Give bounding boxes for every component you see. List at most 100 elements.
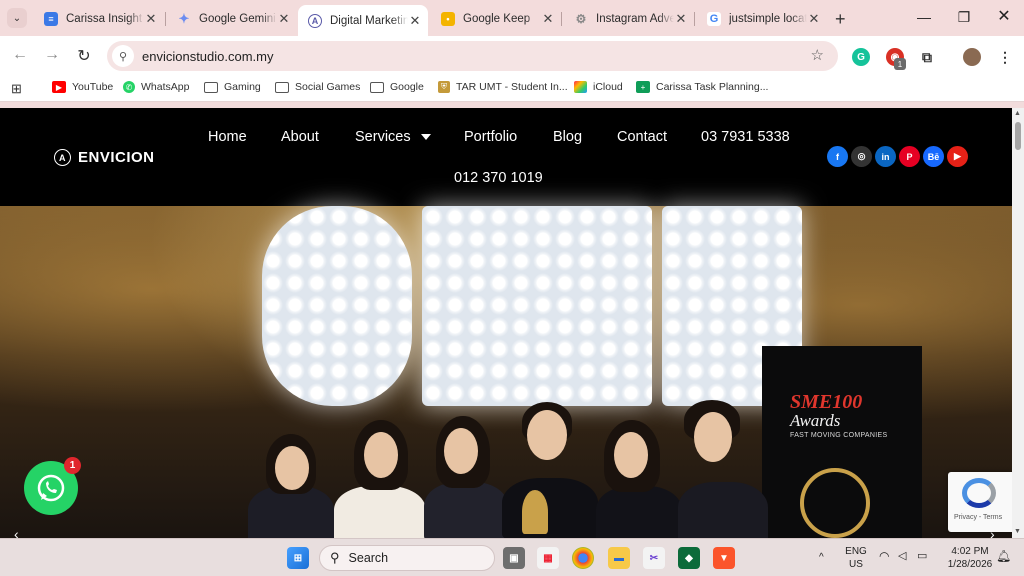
bookmark-icloud[interactable]: iCloud: [574, 81, 623, 93]
close-icon[interactable]: ✕: [807, 11, 821, 27]
recaptcha-terms[interactable]: Privacy - Terms: [954, 514, 1002, 521]
instagram-icon[interactable]: ◎: [851, 146, 872, 167]
volume-icon[interactable]: ◁: [898, 550, 906, 563]
extensions-puzzle-icon[interactable]: ⧉: [918, 48, 936, 66]
chrome-icon[interactable]: [572, 547, 594, 569]
nav-blog[interactable]: Blog: [553, 129, 582, 145]
battery-icon[interactable]: ▭: [917, 550, 927, 563]
bookmark-gaming[interactable]: Gaming: [204, 81, 261, 93]
forward-icon[interactable]: →: [42, 46, 62, 64]
grammarly-icon[interactable]: G: [852, 48, 870, 66]
nav-phone-office[interactable]: 03 7931 5338: [701, 129, 790, 145]
window-close-icon[interactable]: ✕: [984, 6, 1024, 28]
new-tab-button[interactable]: +: [835, 9, 846, 30]
close-icon[interactable]: ✕: [408, 13, 422, 29]
tab-justsimple[interactable]: G justsimple locat ✕: [697, 5, 827, 32]
bookmark-youtube[interactable]: ▶ YouTube: [52, 81, 113, 93]
profile-avatar[interactable]: [963, 48, 981, 66]
minimize-icon[interactable]: —: [904, 6, 944, 28]
nav-home[interactable]: Home: [208, 129, 247, 145]
bookmark-google[interactable]: Google: [370, 81, 424, 93]
tarumt-icon: ⛨: [438, 81, 450, 93]
microsoft-store-icon[interactable]: ▦: [537, 547, 559, 569]
taskbar-search[interactable]: ⚲ Search: [319, 545, 495, 571]
nav-portfolio[interactable]: Portfolio: [464, 129, 517, 145]
youtube-icon: ▶: [52, 81, 66, 93]
sheets-icon: +: [636, 81, 650, 93]
scrollbar-thumb[interactable]: [1015, 122, 1021, 150]
task-view-icon[interactable]: ▣: [503, 547, 525, 569]
tab-google-keep[interactable]: • Google Keep ✕: [431, 5, 561, 32]
browser-toolbar: ← → ↻ ⚲ envicionstudio.com.my ☆ G ◉ 1 ⧉ …: [0, 36, 1024, 76]
windows-taskbar: ⊞ ⚲ Search ▣ ▦ ▬ ✂ ◆ ▼ ^ ENG US ◠ ◁ ▭ 4:…: [0, 538, 1024, 576]
brave-icon[interactable]: ▼: [713, 547, 735, 569]
sme-marquee-letters: [262, 206, 802, 421]
person: [502, 478, 598, 538]
linkedin-icon[interactable]: in: [875, 146, 896, 167]
scroll-down-icon[interactable]: ▼: [1014, 528, 1021, 535]
app-green-icon[interactable]: ◆: [678, 547, 700, 569]
person-face: [275, 446, 309, 490]
tab-google-gemini[interactable]: ✦ Google Gemini ✕: [167, 5, 297, 32]
restore-icon[interactable]: ❐: [944, 6, 984, 28]
pinterest-icon[interactable]: P: [899, 146, 920, 167]
chevron-down-icon: ⌄: [12, 12, 22, 24]
tab-digital-marketing[interactable]: A Digital Marketing ✕: [298, 5, 428, 36]
apps-grid-icon[interactable]: ⊞: [11, 81, 22, 97]
bookmark-social-games[interactable]: Social Games: [275, 81, 360, 93]
nav-phone-mobile[interactable]: 012 370 1019: [454, 170, 543, 186]
close-icon[interactable]: ✕: [144, 11, 158, 27]
wifi-icon[interactable]: ◠: [879, 550, 889, 563]
person: [678, 482, 768, 538]
nav-services[interactable]: Services: [355, 129, 431, 145]
close-icon[interactable]: ✕: [541, 11, 555, 27]
start-icon[interactable]: ⊞: [287, 547, 309, 569]
menu-kebab-icon[interactable]: ⋮: [996, 48, 1014, 66]
recaptcha-badge[interactable]: [948, 472, 1012, 532]
tab-search-button[interactable]: ⌄: [7, 8, 27, 28]
page-scrollbar[interactable]: [1012, 108, 1024, 538]
bookmark-star-icon[interactable]: ☆: [811, 46, 824, 64]
reload-icon[interactable]: ↻: [74, 46, 94, 66]
nav-about[interactable]: About: [281, 129, 319, 145]
behance-icon[interactable]: Bē: [923, 146, 944, 167]
notification-bell-icon[interactable]: 🔔︎: [996, 550, 1011, 563]
bookmark-tarumt[interactable]: ⛨ TAR UMT - Student In...: [438, 81, 568, 93]
icloud-icon: [574, 81, 587, 93]
close-icon[interactable]: ✕: [277, 11, 291, 27]
tray-overflow-icon[interactable]: ^: [819, 551, 824, 564]
back-icon[interactable]: ←: [10, 46, 30, 64]
nav-contact[interactable]: Contact: [617, 129, 667, 145]
language-indicator[interactable]: ENG US: [844, 545, 868, 571]
tab-carissa-insight[interactable]: ≡ Carissa Insight B ✕: [34, 5, 164, 32]
scroll-up-icon[interactable]: ▲: [1014, 110, 1021, 117]
tab-instagram-adve[interactable]: ⚙ Instagram Adve ✕: [564, 5, 694, 32]
docs-icon: ≡: [44, 11, 58, 26]
site-logo[interactable]: A ENVICION: [54, 149, 155, 166]
extension-badge: 1: [894, 58, 906, 70]
site-info-icon[interactable]: ⚲: [112, 45, 134, 67]
letter-s: [262, 206, 412, 406]
address-bar[interactable]: ⚲ envicionstudio.com.my ☆: [107, 41, 838, 71]
bookmark-whatsapp[interactable]: ✆ WhatsApp: [123, 81, 189, 93]
facebook-icon[interactable]: f: [827, 146, 848, 167]
bookmarks-bar: ⊞ ▶ YouTube ✆ WhatsApp Gaming Social Gam…: [0, 76, 1024, 102]
person: [334, 486, 426, 538]
url-text[interactable]: envicionstudio.com.my: [142, 49, 274, 64]
keep-icon: •: [441, 11, 455, 26]
gemini-icon: ✦: [178, 10, 190, 26]
whatsapp-badge: 1: [64, 457, 81, 474]
person-face: [444, 428, 478, 474]
envicion-icon: A: [308, 13, 322, 28]
snipping-tool-icon[interactable]: ✂: [643, 547, 665, 569]
bookmark-carissa-task[interactable]: + Carissa Task Planning...: [636, 81, 768, 93]
slider-prev-icon[interactable]: ‹: [14, 526, 19, 538]
whatsapp-icon: [37, 474, 65, 502]
trophy-globe: [800, 468, 870, 538]
close-icon[interactable]: ✕: [674, 11, 688, 27]
file-explorer-icon[interactable]: ▬: [608, 547, 630, 569]
youtube-icon[interactable]: ▶: [947, 146, 968, 167]
clock[interactable]: 4:02 PM 1/28/2026: [940, 545, 1000, 571]
person-face: [527, 410, 567, 460]
person: [424, 482, 508, 538]
